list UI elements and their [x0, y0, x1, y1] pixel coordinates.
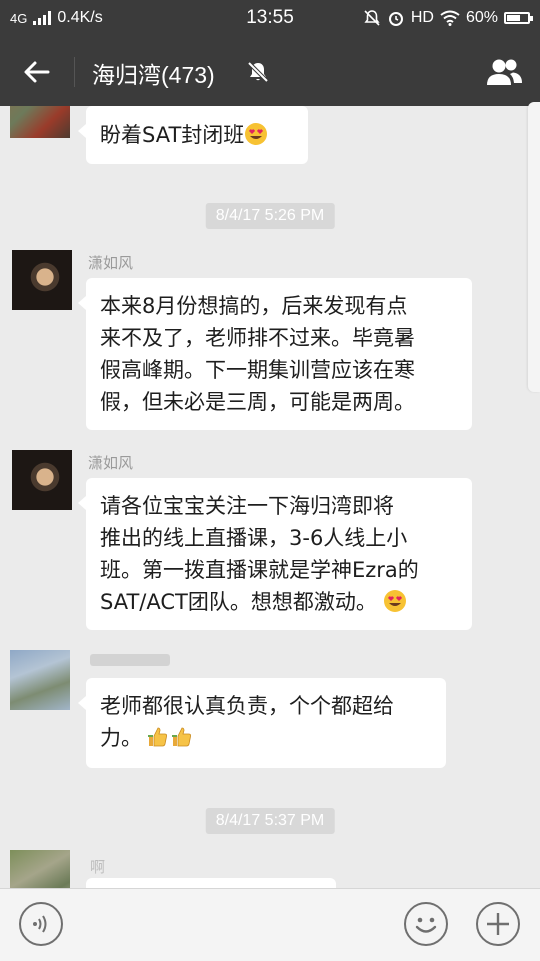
smiley-icon: [415, 917, 437, 933]
group-title: 海归湾(473): [92, 62, 215, 88]
scrollbar[interactable]: [528, 102, 540, 392]
alarm-icon: [388, 12, 403, 26]
sender-name-blurred: [90, 654, 170, 666]
message-bubble[interactable]: 盼着SAT封闭班: [78, 106, 308, 164]
message-bubble[interactable]: [86, 878, 336, 888]
message-bubble[interactable]: 本来8月份想搞的，后来发现有点 来不及了，老师排不过来。毕竟暑 假高峰期。下一期…: [78, 278, 472, 430]
message-line: 请各位宝宝关注一下海归湾即将: [100, 494, 394, 518]
avatar[interactable]: [10, 106, 70, 138]
timestamp: 8/4/17 5:37 PM: [205, 808, 335, 834]
avatar[interactable]: [10, 650, 70, 710]
heart-eyes-emoji-icon: [383, 590, 406, 612]
chat-header: 海归湾(473): [0, 37, 540, 106]
avatar[interactable]: [12, 450, 72, 510]
plus-icon: [487, 913, 509, 935]
message-line: 来不及了，老师排不过来。毕竟暑: [100, 326, 415, 350]
battery-icon: [504, 12, 533, 24]
message-line: SAT/ACT团队。想想都激动。: [100, 590, 377, 614]
thumbs-up-icon: [172, 727, 191, 747]
voice-button[interactable]: [19, 902, 63, 946]
message-list[interactable]: 盼着SAT封闭班 8/4/17 5:26 PM 潇如风 本来8月份想搞的，后来发…: [0, 106, 540, 888]
input-bar: [0, 888, 540, 961]
sender-name: 潇如风: [88, 254, 134, 272]
mute-notification-icon: [364, 10, 380, 26]
message-text: 盼着SAT封闭班: [100, 123, 245, 147]
message-line: 推出的线上直播课，3-6人线上小: [100, 526, 408, 550]
message-line: 力。: [100, 726, 142, 750]
hd-label: HD: [410, 9, 434, 26]
message-line: 本来8月份想搞的，后来发现有点: [100, 294, 408, 318]
status-bar: 4G 0.4K/s 13:55 HD 60%: [0, 0, 540, 37]
muted-bell-icon: [247, 61, 269, 83]
battery-percent: 60%: [465, 9, 498, 26]
header-divider: [74, 57, 75, 87]
sender-name: 潇如风: [88, 454, 134, 472]
emoji-button[interactable]: [404, 902, 448, 946]
message-line: 假高峰期。下一期集训营应该在寒: [100, 358, 415, 382]
message-line: 老师都很认真负责，个个都超给: [100, 694, 394, 718]
voice-icon: [33, 915, 47, 933]
wifi-icon: [440, 10, 460, 26]
sender-name: 啊: [90, 858, 106, 876]
avatar[interactable]: [12, 250, 72, 310]
group-members-icon[interactable]: [484, 55, 524, 89]
back-arrow-icon[interactable]: [20, 55, 54, 89]
message-line: 假，但未必是三周，可能是两周。: [100, 390, 415, 414]
message-line: 班。第一拨直播课就是学神Ezra的: [100, 558, 419, 582]
heart-eyes-emoji-icon: [245, 123, 268, 145]
avatar[interactable]: [10, 850, 70, 888]
thumbs-up-icon: [148, 727, 167, 747]
message-bubble[interactable]: 老师都很认真负责，个个都超给 力。: [78, 678, 446, 768]
timestamp: 8/4/17 5:26 PM: [205, 203, 335, 229]
message-bubble[interactable]: 请各位宝宝关注一下海归湾即将 推出的线上直播课，3-6人线上小 班。第一拨直播课…: [78, 478, 472, 630]
add-button[interactable]: [476, 902, 520, 946]
